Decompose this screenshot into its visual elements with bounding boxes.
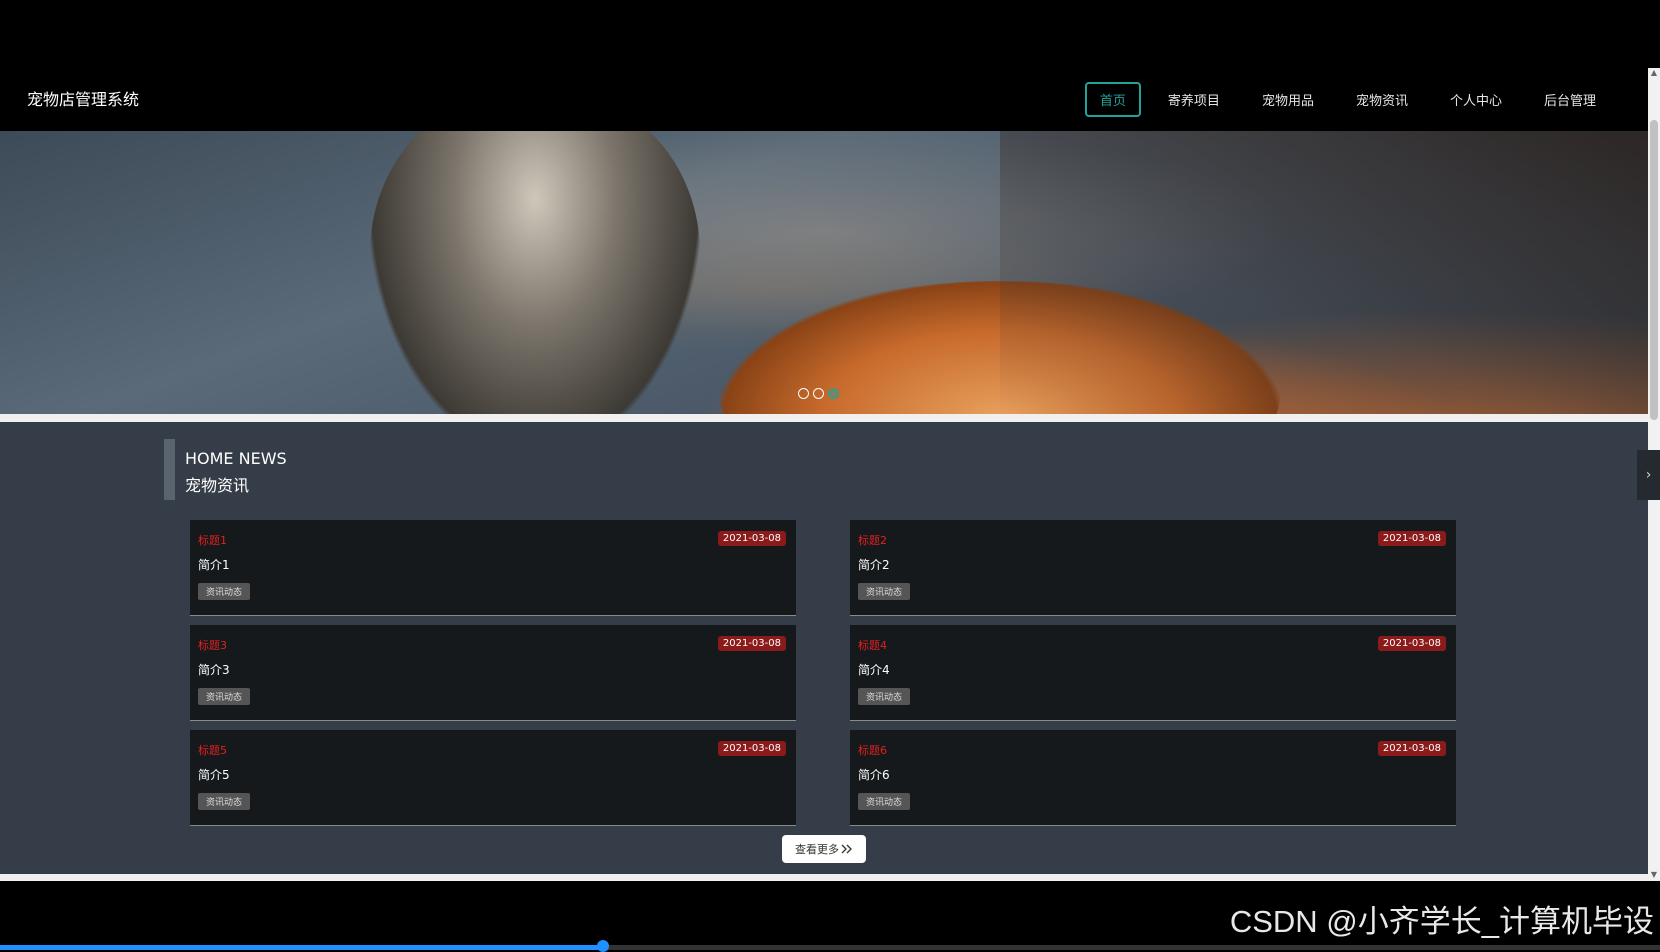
side-drawer-toggle[interactable]: › [1637, 450, 1660, 500]
video-progress-fill [0, 945, 603, 950]
news-card[interactable]: 标题1 2021-03-08 简介1 资讯动态 [190, 520, 796, 616]
news-card-summary: 简介2 [858, 558, 890, 572]
banner-image-background [1000, 131, 1648, 414]
footer-divider [0, 874, 1648, 881]
scroll-down-icon[interactable]: ▼ [1649, 870, 1659, 880]
news-card-date: 2021-03-08 [717, 636, 786, 651]
news-card-tag: 资讯动态 [858, 793, 911, 810]
section-heading-en: HOME NEWS [185, 449, 287, 468]
news-card-title[interactable]: 标题1 [198, 532, 227, 548]
carousel-dot-1[interactable] [798, 388, 809, 399]
news-card[interactable]: 标题6 2021-03-08 简介6 资讯动态 [850, 730, 1456, 826]
news-card-title[interactable]: 标题5 [198, 742, 227, 758]
nav-item-home[interactable]: 首页 [1084, 82, 1141, 117]
view-more-label: 查看更多 [795, 843, 839, 856]
hero-carousel[interactable] [0, 131, 1648, 414]
banner-image-gray-cat [370, 131, 700, 414]
news-card-title[interactable]: 标题4 [858, 637, 887, 653]
news-card-tag: 资讯动态 [858, 688, 911, 705]
scrollbar-thumb[interactable] [1650, 120, 1658, 420]
news-section: HOME NEWS 宠物资讯 标题1 2021-03-08 简介1 资讯动态 标… [0, 422, 1648, 874]
watermark-text: CSDN @小齐学长_计算机毕设 [1229, 904, 1654, 939]
news-card-tag: 资讯动态 [198, 793, 251, 810]
news-card-summary: 简介6 [858, 768, 890, 782]
news-card[interactable]: 标题2 2021-03-08 简介2 资讯动态 [850, 520, 1456, 616]
news-card-summary: 简介5 [198, 768, 230, 782]
news-card-title[interactable]: 标题2 [858, 532, 887, 548]
carousel-dot-3[interactable] [828, 388, 839, 399]
news-card-tag: 资讯动态 [858, 583, 911, 600]
chevron-right-icon: › [1645, 467, 1652, 483]
scroll-up-icon[interactable]: ▲ [1649, 68, 1659, 78]
top-navbar: 宠物店管理系统 首页 寄养项目 宠物用品 宠物资讯 个人中心 后台管理 [0, 0, 1646, 131]
news-card-summary: 简介4 [858, 663, 890, 677]
site-brand[interactable]: 宠物店管理系统 [27, 86, 139, 110]
news-card-summary: 简介1 [198, 558, 230, 572]
news-card-title[interactable]: 标题6 [858, 742, 887, 758]
news-card-date: 2021-03-08 [1377, 531, 1446, 546]
news-card-title[interactable]: 标题3 [198, 637, 227, 653]
carousel-indicators [798, 388, 839, 399]
nav-item-news[interactable]: 宠物资讯 [1341, 82, 1423, 117]
nav-item-profile[interactable]: 个人中心 [1435, 82, 1517, 117]
video-progress-handle[interactable] [597, 940, 609, 952]
news-card-date: 2021-03-08 [1377, 636, 1446, 651]
news-card-date: 2021-03-08 [717, 531, 786, 546]
nav-item-admin[interactable]: 后台管理 [1529, 82, 1611, 117]
nav-item-supplies[interactable]: 宠物用品 [1247, 82, 1329, 117]
nav-item-boarding[interactable]: 寄养项目 [1153, 82, 1235, 117]
news-card-tag: 资讯动态 [198, 688, 251, 705]
news-card-summary: 简介3 [198, 663, 230, 677]
news-card[interactable]: 标题3 2021-03-08 简介3 资讯动态 [190, 625, 796, 721]
main-nav: 首页 寄养项目 宠物用品 宠物资讯 个人中心 后台管理 [1084, 82, 1611, 117]
news-card-tag: 资讯动态 [198, 583, 251, 600]
section-heading-cn: 宠物资讯 [185, 476, 250, 495]
view-more-button[interactable]: 查看更多 [782, 835, 866, 863]
news-card-date: 2021-03-08 [1377, 741, 1446, 756]
news-card[interactable]: 标题4 2021-03-08 简介4 资讯动态 [850, 625, 1456, 721]
section-divider [0, 414, 1648, 422]
news-card-date: 2021-03-08 [717, 741, 786, 756]
heading-accent-bar [164, 439, 175, 500]
double-chevron-right-icon [841, 844, 852, 854]
carousel-dot-2[interactable] [813, 388, 824, 399]
news-card[interactable]: 标题5 2021-03-08 简介5 资讯动态 [190, 730, 796, 826]
